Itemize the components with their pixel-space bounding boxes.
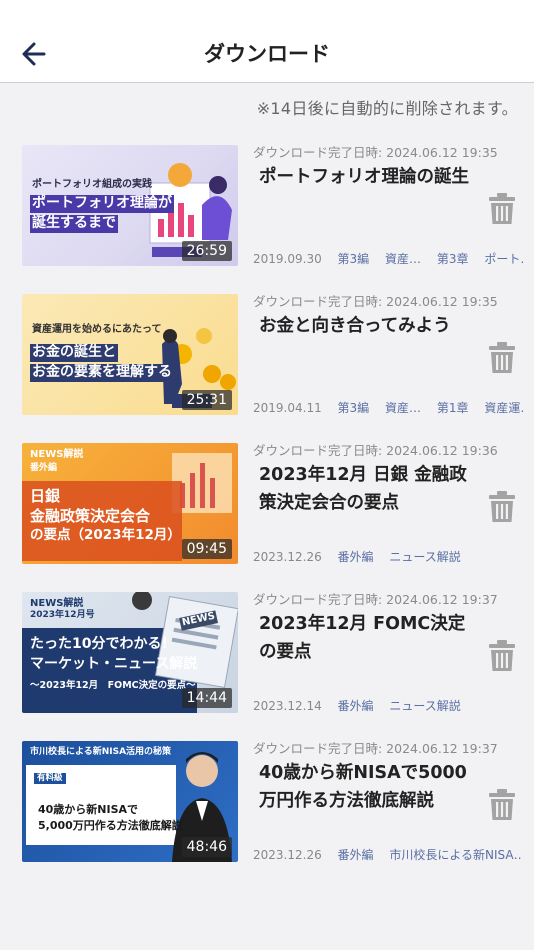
tag[interactable]: ニュース解説: [389, 699, 460, 713]
page-title: ダウンロード: [204, 42, 330, 66]
trash-icon[interactable]: [489, 491, 515, 523]
video-title[interactable]: 40歳から新NISAで5000万円作る方法徹底解説: [259, 759, 473, 815]
tag[interactable]: 第3編: [338, 401, 370, 415]
thumbnail-heading: お金の誕生と: [30, 344, 118, 362]
tag[interactable]: 番外編: [338, 550, 374, 564]
video-duration: 14:44: [181, 688, 232, 708]
tag[interactable]: 第3章: [437, 252, 469, 266]
download-completed-time: ダウンロード完了日時: 2024.06.12 19:37: [253, 592, 498, 607]
thumbnail-heading: の要点（2023年12月）: [30, 527, 181, 543]
tag[interactable]: ポート…: [484, 252, 523, 266]
video-duration: 48:46: [181, 837, 232, 857]
thumbnail-subtitle: 市川校長による新NISA活用の秘策: [30, 747, 172, 757]
tag-row: 2019.09.30 第3編 資産… 第3章 ポート…: [253, 251, 523, 267]
thumbnail-heading: ポートフォリオ理論が: [30, 195, 174, 213]
thumbnail-heading: 金融政策決定会合: [30, 507, 151, 525]
video-thumbnail[interactable]: NEWS解説 番外編 日銀 金融政策決定会合 の要点（2023年12月） 09:…: [22, 443, 238, 564]
thumbnail-subtitle: 番外編: [30, 463, 58, 473]
publish-date: 2023.12.14: [253, 699, 322, 713]
tag[interactable]: 第1章: [437, 401, 469, 415]
video-duration: 09:45: [181, 539, 232, 559]
tag-row: 2023.12.26 番外編 市川校長による新NISA…: [253, 847, 523, 863]
thumbnail-subtitle: 2023年12月号: [30, 610, 95, 620]
video-duration: 26:59: [181, 241, 232, 261]
thumbnail-badge: 有料級: [34, 773, 66, 784]
thumbnail-heading: マーケット・ニュース解説: [30, 656, 198, 672]
thumbnail-subtitle: 資産運用を始めるにあたって: [32, 324, 162, 335]
download-item[interactable]: 市川校長による新NISA活用の秘策 有料級 40歳から新NISAで 5,000万…: [0, 741, 534, 871]
download-completed-time: ダウンロード完了日時: 2024.06.12 19:35: [253, 145, 498, 160]
trash-icon[interactable]: [489, 342, 515, 374]
tag[interactable]: 番外編: [338, 848, 374, 862]
thumbnail-subtitle: NEWS解説: [30, 449, 84, 460]
thumbnail-heading: お金の要素を理解する: [30, 364, 174, 382]
download-item[interactable]: 資産運用を始めるにあたって お金の誕生と お金の要素を理解する 25:31 ダウ…: [0, 294, 534, 424]
top-bar: ダウンロード: [0, 0, 534, 83]
tag-row: 2019.04.11 第3編 資産… 第1章 資産運…: [253, 400, 523, 416]
tag[interactable]: 資産…: [385, 252, 421, 266]
video-title[interactable]: 2023年12月 日銀 金融政策決定会合の要点: [259, 461, 473, 517]
thumbnail-subtitle: ポートフォリオ組成の実践: [32, 179, 152, 190]
video-title[interactable]: お金と向き合ってみよう: [259, 312, 473, 340]
video-thumbnail[interactable]: 市川校長による新NISA活用の秘策 有料級 40歳から新NISAで 5,000万…: [22, 741, 238, 862]
download-item[interactable]: ポートフォリオ組成の実践 ポートフォリオ理論が 誕生するまで 26:59 ダウン…: [0, 145, 534, 275]
trash-icon[interactable]: [489, 789, 515, 821]
publish-date: 2019.04.11: [253, 401, 322, 415]
publish-date: 2023.12.26: [253, 550, 322, 564]
thumbnail-heading: 日銀: [30, 487, 61, 505]
tag[interactable]: 資産…: [385, 401, 421, 415]
video-title[interactable]: ポートフォリオ理論の誕生: [259, 163, 473, 191]
tag[interactable]: 資産運…: [484, 401, 523, 415]
auto-delete-notice: ※14日後に自動的に削除されます。: [256, 99, 518, 118]
trash-icon[interactable]: [489, 640, 515, 672]
video-duration: 25:31: [181, 390, 232, 410]
trash-icon[interactable]: [489, 193, 515, 225]
tag-row: 2023.12.14 番外編 ニュース解説: [253, 698, 523, 714]
thumbnail-heading: 40歳から新NISAで: [38, 803, 139, 816]
tag[interactable]: 第3編: [338, 252, 370, 266]
publish-date: 2023.12.26: [253, 848, 322, 862]
download-item[interactable]: NEWS解説 2023年12月号 NEWS たった10分でわかる! マーケット・…: [0, 592, 534, 722]
tag[interactable]: 番外編: [338, 699, 374, 713]
thumbnail-subtitle: NEWS解説: [30, 598, 84, 609]
video-title[interactable]: 2023年12月 FOMC決定の要点: [259, 610, 473, 666]
thumbnail-heading: 5,000万円作る方法徹底解説: [38, 819, 183, 832]
thumbnail-heading: たった10分でわかる!: [30, 636, 168, 652]
tag[interactable]: ニュース解説: [389, 550, 460, 564]
tag[interactable]: 市川校長による新NISA…: [389, 848, 523, 862]
thumbnail-caption: 〜2023年12月 FOMC決定の要点〜: [30, 680, 196, 691]
video-thumbnail[interactable]: ポートフォリオ組成の実践 ポートフォリオ理論が 誕生するまで 26:59: [22, 145, 238, 266]
download-item[interactable]: NEWS解説 番外編 日銀 金融政策決定会合 の要点（2023年12月） 09:…: [0, 443, 534, 573]
tag-row: 2023.12.26 番外編 ニュース解説: [253, 549, 523, 565]
download-completed-time: ダウンロード完了日時: 2024.06.12 19:35: [253, 294, 498, 309]
thumbnail-heading: 誕生するまで: [30, 215, 118, 233]
publish-date: 2019.09.30: [253, 252, 322, 266]
download-completed-time: ダウンロード完了日時: 2024.06.12 19:36: [253, 443, 498, 458]
download-completed-time: ダウンロード完了日時: 2024.06.12 19:37: [253, 741, 498, 756]
video-thumbnail[interactable]: NEWS解説 2023年12月号 NEWS たった10分でわかる! マーケット・…: [22, 592, 238, 713]
video-thumbnail[interactable]: 資産運用を始めるにあたって お金の誕生と お金の要素を理解する 25:31: [22, 294, 238, 415]
